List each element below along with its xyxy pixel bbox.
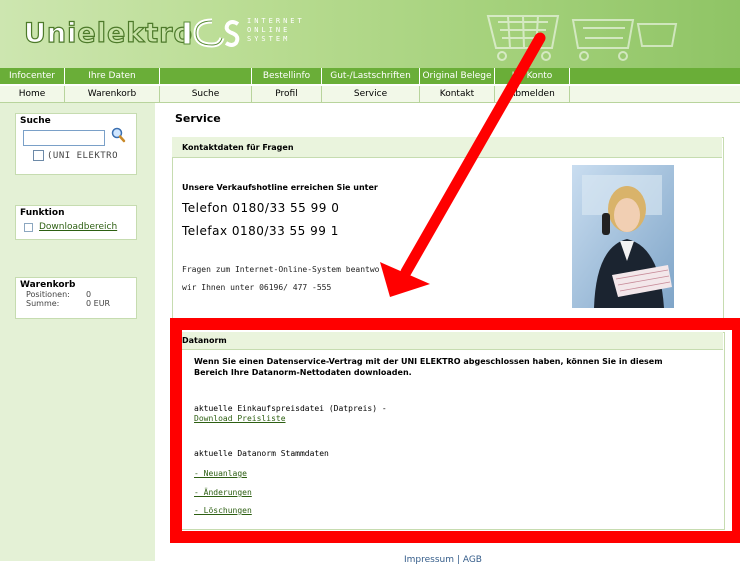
nav-infocenter[interactable]: Infocenter [0,68,65,84]
nav-service[interactable]: Service [322,86,420,102]
top-nav: Infocenter Ihre Daten Bestellinfo Gut-/L… [0,68,740,84]
logo-uni: Uni [23,17,78,49]
positionen-label: Positionen: [26,290,70,299]
service-agent-photo [572,165,674,308]
nav-ihre-daten[interactable]: Ihre Daten [65,68,160,84]
page-title: Service [175,112,221,125]
search-title: Suche [20,116,51,126]
nav-profil[interactable]: Profil [252,86,322,102]
positionen-value: 0 [86,290,92,299]
footer: Impressum | AGB [404,555,482,565]
ios-subtitle: INTERNET ONLINE SYSTEM [247,17,305,43]
nav-ihr-konto[interactable]: Ihr Konto [495,68,570,84]
fragen-text-line1: Fragen zum Internet-Online-System beantw… [182,265,380,274]
nav-suche[interactable]: Suche [160,86,252,102]
fragen-text-line2: wir Ihnen unter 06196/ 477 -555 [182,283,332,292]
nav-original-belege[interactable]: Original Belege [420,68,495,84]
footer-separator: | [456,555,460,565]
search-checkbox-label: (UNI ELEKTRO [47,151,119,161]
search-uni-elektro-checkbox[interactable] [33,150,44,161]
unielektro-logo[interactable]: Unielektro [23,17,194,49]
ios-logo-icon [183,18,240,48]
downloadbereich-checkbox[interactable] [24,223,33,232]
funktion-title: Funktion [20,208,65,218]
warenkorb-box: Warenkorb Positionen: 0 Summe: 0 EUR [15,277,137,319]
nav-kontakt[interactable]: Kontakt [420,86,495,102]
hotline-text: Unsere Verkaufshotline erreichen Sie unt… [182,183,378,192]
annotation-highlight-frame [170,318,740,543]
summe-value: 0 EUR [86,299,111,308]
main-nav: Home Warenkorb Suche Profil Service Kont… [0,86,740,103]
nav-warenkorb[interactable]: Warenkorb [65,86,160,102]
nav-empty [160,68,252,84]
summe-label: Summe: [26,299,60,308]
telefon-number: Telefon 0180/33 55 99 0 [182,201,340,215]
kontakt-title: Kontaktdaten für Fragen [182,143,294,152]
nav-abmelden[interactable]: Abmelden [495,86,570,102]
logo-elektro: elektro [77,17,194,49]
warenkorb-title: Warenkorb [20,280,76,290]
impressum-link[interactable]: Impressum [404,555,454,565]
search-icon[interactable] [110,127,126,143]
agb-link[interactable]: AGB [463,555,482,565]
telefax-number: Telefax 0180/33 55 99 1 [182,224,339,238]
nav-bestellinfo[interactable]: Bestellinfo [252,68,322,84]
search-input[interactable] [23,130,105,146]
shopping-carts-graphic-icon [486,15,678,61]
nav-home[interactable]: Home [0,86,65,102]
nav-gut-lastschriften[interactable]: Gut-/Lastschriften [322,68,420,84]
downloadbereich-link[interactable]: Downloadbereich [39,222,117,232]
